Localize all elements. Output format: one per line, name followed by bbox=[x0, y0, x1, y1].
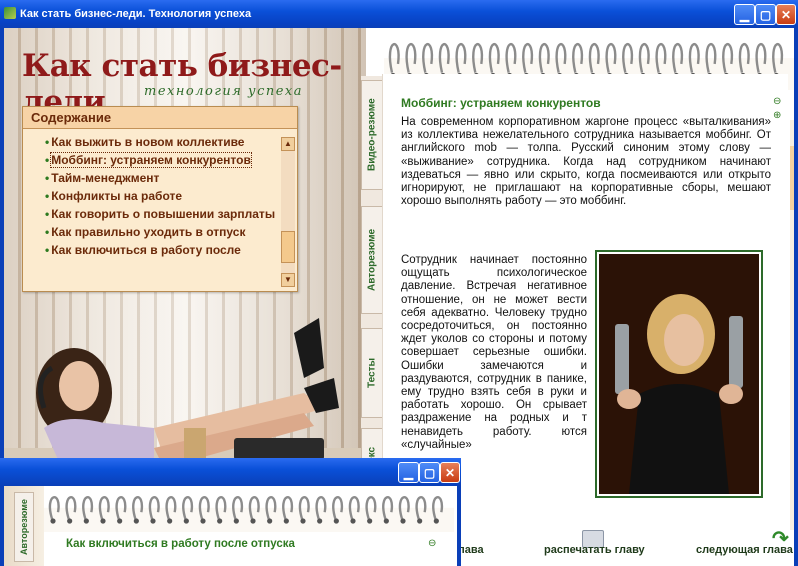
ring-hole bbox=[133, 518, 139, 524]
minimize-button[interactable]: ▁ bbox=[734, 4, 755, 25]
toc-item[interactable]: • Как включиться в работу после bbox=[31, 243, 281, 258]
ring-hole bbox=[233, 518, 239, 524]
ring-hole bbox=[117, 518, 123, 524]
ring-hole bbox=[250, 518, 256, 524]
ring-hole bbox=[217, 518, 223, 524]
toc-item[interactable]: • Как выжить в новом коллективе bbox=[31, 135, 281, 150]
ring-hole bbox=[267, 518, 273, 524]
chapter-navigation: я глава распечатать главу ↷ следующая гл… bbox=[444, 528, 794, 566]
tab-tests[interactable]: Тесты bbox=[361, 328, 383, 418]
contents-scrollbar[interactable]: ▲ ▼ bbox=[281, 137, 295, 287]
article-scrollbar[interactable] bbox=[790, 120, 794, 530]
tab-video-resume[interactable]: Видео-резюме bbox=[361, 80, 383, 190]
ring-hole bbox=[283, 518, 289, 524]
secondary-window: ▁ ▢ ✕ Авторезюме Как включиться в работу… bbox=[0, 458, 461, 566]
ring-hole bbox=[183, 518, 189, 524]
toc-item[interactable]: • Конфликты на работе bbox=[31, 189, 281, 204]
ring-hole bbox=[100, 518, 106, 524]
ring-hole bbox=[83, 518, 89, 524]
contents-panel: Содержание • Как выжить в новом коллектив… bbox=[22, 106, 298, 292]
contents-list: • Как выжить в новом коллективе • Моббинг:… bbox=[31, 135, 281, 261]
ring-hole bbox=[433, 518, 439, 524]
ring-hole bbox=[167, 518, 173, 524]
secondary-maximize-button[interactable]: ▢ bbox=[419, 462, 440, 483]
ring-hole bbox=[317, 518, 323, 524]
secondary-client: Авторезюме Как включиться в работу после… bbox=[4, 486, 457, 566]
ring-hole bbox=[400, 518, 406, 524]
ring-hole bbox=[300, 518, 306, 524]
secondary-notebook-rings bbox=[44, 496, 454, 532]
ring-hole bbox=[350, 518, 356, 524]
app-icon bbox=[4, 7, 16, 19]
scroll-up-arrow-icon[interactable]: ▲ bbox=[281, 137, 295, 151]
toc-item[interactable]: • Как правильно уходить в отпуск bbox=[31, 225, 281, 240]
logo-subtitle: технология успеха bbox=[144, 84, 303, 99]
ring-hole bbox=[67, 518, 73, 524]
next-chapter-link[interactable]: следующая глава bbox=[696, 544, 793, 556]
secondary-close-button[interactable]: ✕ bbox=[440, 462, 460, 483]
ring-hole bbox=[50, 518, 56, 524]
secondary-tab[interactable]: Авторезюме bbox=[14, 492, 34, 562]
zoom-in-icon[interactable]: ⊕ bbox=[773, 110, 785, 122]
secondary-article-title: Как включиться в работу после отпуска bbox=[66, 538, 295, 550]
article-paragraph-1: На современном корпоративном жаргоне про… bbox=[401, 116, 771, 208]
ring-hole bbox=[383, 518, 389, 524]
ring-hole bbox=[200, 518, 206, 524]
ring-hole bbox=[367, 518, 373, 524]
woman-with-pistols-photo bbox=[595, 250, 763, 498]
ring-hole bbox=[333, 518, 339, 524]
toc-item[interactable]: • Как говорить о повышении зарплаты bbox=[31, 207, 281, 222]
secondary-left-strip: Авторезюме bbox=[4, 486, 44, 566]
title-bar[interactable]: Как стать бизнес-леди. Технология успеха… bbox=[0, 0, 798, 28]
zoom-out-icon[interactable]: ⊖ bbox=[773, 96, 785, 108]
secondary-zoom-out-icon[interactable]: ⊖ bbox=[428, 538, 436, 549]
toc-item-selected[interactable]: • Моббинг: устраняем конкурентов bbox=[31, 152, 281, 168]
article-title: Моббинг: устраняем конкурентов bbox=[401, 96, 601, 110]
secondary-minimize-button[interactable]: ▁ bbox=[398, 462, 419, 483]
scroll-down-arrow-icon[interactable]: ▼ bbox=[281, 273, 295, 287]
close-button[interactable]: ✕ bbox=[776, 4, 796, 25]
contents-header: Содержание bbox=[23, 107, 297, 129]
article-paragraph-2: Сотрудник начинает постоянно ощущать пси… bbox=[401, 254, 587, 451]
window-title: Как стать бизнес-леди. Технология успеха bbox=[20, 8, 252, 20]
scroll-thumb[interactable] bbox=[281, 231, 295, 263]
maximize-button[interactable]: ▢ bbox=[755, 4, 776, 25]
print-chapter-link[interactable]: распечатать главу bbox=[544, 544, 645, 556]
toc-item[interactable]: • Тайм-менеджмент bbox=[31, 171, 281, 186]
article-scroll-thumb[interactable] bbox=[790, 146, 794, 210]
ring-hole bbox=[417, 518, 423, 524]
tab-autoresume[interactable]: Авторезюме bbox=[361, 206, 383, 314]
ring-hole bbox=[150, 518, 156, 524]
secondary-title-bar[interactable]: ▁ ▢ ✕ bbox=[0, 458, 461, 486]
